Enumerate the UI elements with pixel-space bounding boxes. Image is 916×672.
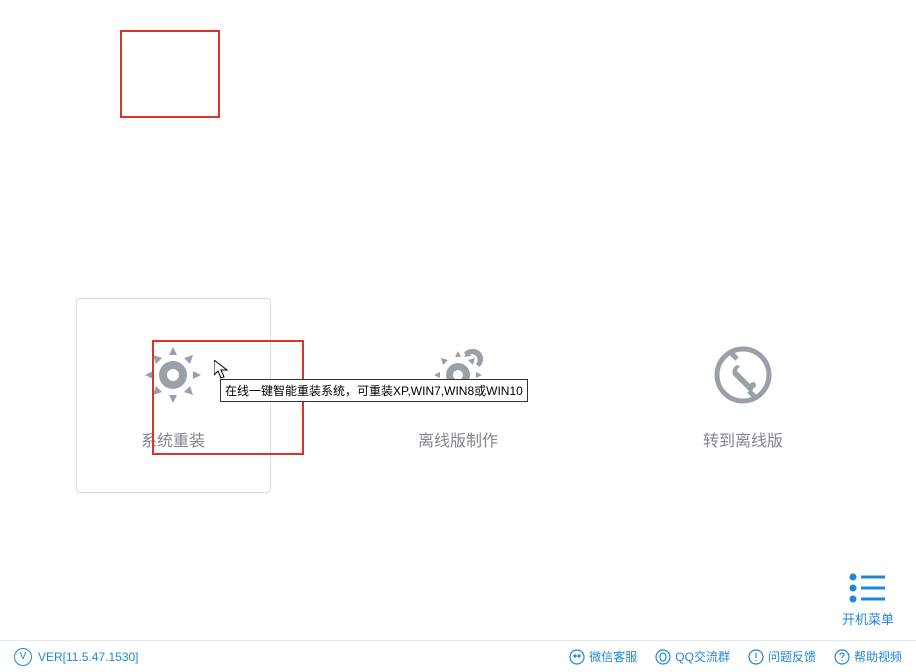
title-bar: 云骑士装机大师 <box>0 0 916 26</box>
wechat-icon <box>569 649 585 665</box>
usb-icon <box>51 42 89 80</box>
nav-label: U盘启动 <box>46 88 94 107</box>
header: 云骑士装机大师 U盘启动 一键装机 备份/还原 <box>0 0 916 128</box>
nav-one-click-install[interactable]: 一键装机 <box>120 30 220 118</box>
footer-label: QQ交流群 <box>675 648 730 665</box>
apps-icon <box>351 42 389 80</box>
app-title: 云骑士装机大师 <box>12 5 96 22</box>
help-icon <box>834 649 850 665</box>
version-icon: V <box>14 648 32 666</box>
card-go-offline[interactable]: 转到离线版 <box>646 298 841 493</box>
wrench-circle-icon <box>709 341 777 409</box>
footer-qq[interactable]: QQ交流群 <box>655 648 730 665</box>
footer: V VER[11.5.47.1530] 微信客服 QQ交流群 问题反馈 帮助视频 <box>0 640 916 672</box>
boot-menu-label: 开机菜单 <box>842 609 894 628</box>
footer-label: 微信客服 <box>589 648 637 665</box>
nav-support[interactable]: 人工服务 <box>420 30 520 118</box>
home-icon <box>551 42 589 80</box>
version-text: VER[11.5.47.1530] <box>38 650 139 664</box>
nav-label: 官方网站 <box>544 88 596 107</box>
boot-menu-button[interactable]: 开机菜单 <box>842 573 894 628</box>
minimize-button[interactable] <box>856 3 880 23</box>
nav-label: 备份/还原 <box>242 88 298 107</box>
nav-backup-restore[interactable]: 备份/还原 <box>220 30 320 118</box>
nav-website[interactable]: 官方网站 <box>520 30 620 118</box>
card-label: 离线版制作 <box>418 427 498 451</box>
footer-label: 问题反馈 <box>768 648 816 665</box>
list-icon <box>849 573 887 603</box>
footer-wechat[interactable]: 微信客服 <box>569 648 637 665</box>
close-button[interactable] <box>880 3 904 23</box>
chat-icon <box>451 42 489 80</box>
main-content: 系统重装 离线版制作 转到离线版 <box>0 128 916 493</box>
card-label: 系统重装 <box>141 427 205 451</box>
nav-label: 一键装机 <box>144 88 196 107</box>
nav-label: 软件大全 <box>344 88 396 107</box>
windows-icon <box>151 42 189 80</box>
qq-icon <box>655 649 671 665</box>
card-label: 转到离线版 <box>703 427 783 451</box>
gear-icon <box>139 341 207 409</box>
nav-usb-boot[interactable]: U盘启动 <box>20 30 120 118</box>
footer-label: 帮助视频 <box>854 648 902 665</box>
footer-feedback[interactable]: 问题反馈 <box>748 648 816 665</box>
nav-label: 人工服务 <box>444 88 496 107</box>
feedback-icon <box>748 649 764 665</box>
nav-software[interactable]: 软件大全 <box>320 30 420 118</box>
copy-icon <box>251 42 289 80</box>
tooltip: 在线一键智能重装系统，可重装XP,WIN7,WIN8或WIN10 <box>220 379 528 402</box>
menu-button[interactable] <box>832 3 856 23</box>
footer-help[interactable]: 帮助视频 <box>834 648 902 665</box>
